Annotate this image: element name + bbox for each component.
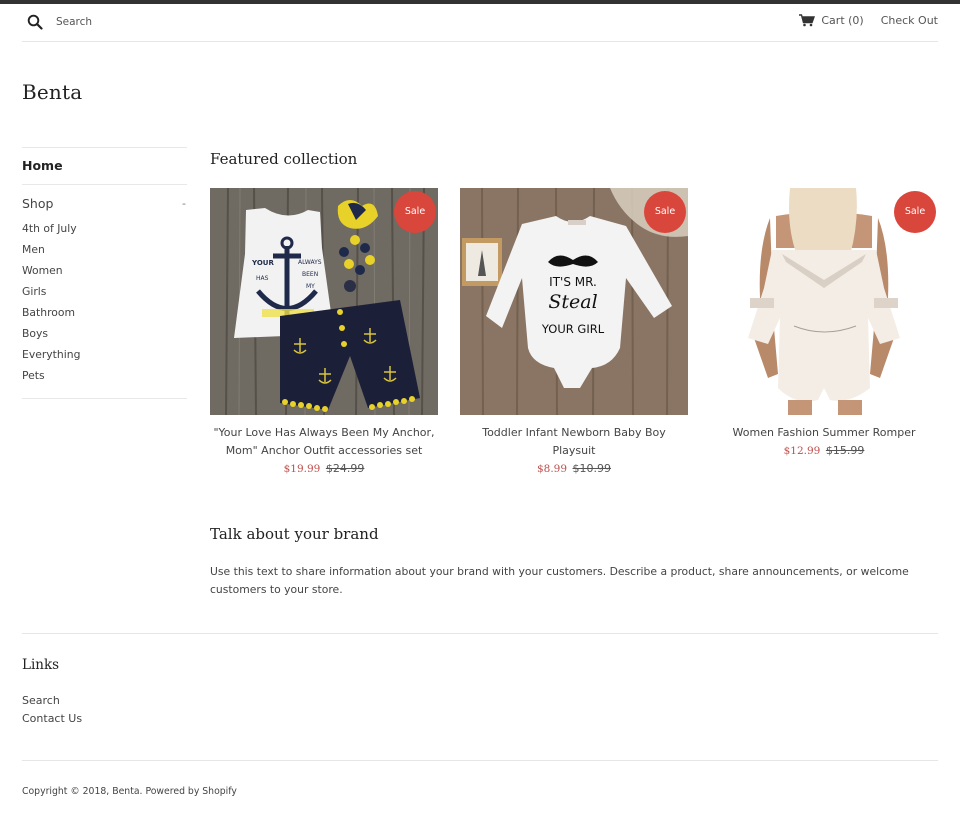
product-card[interactable]: YOUR ALWAYS BEEN HAS MY Sale "Your Love … bbox=[210, 188, 438, 478]
cart-link[interactable]: Cart (0) bbox=[799, 14, 864, 27]
product-title[interactable]: Toddler Infant Newborn Baby Boy Playsuit bbox=[460, 424, 688, 460]
divider bbox=[22, 398, 187, 399]
submenu-item-pets[interactable]: Pets bbox=[22, 369, 45, 382]
onesie-text-line1: IT'S MR. bbox=[549, 275, 597, 289]
svg-text:ALWAYS: ALWAYS bbox=[298, 259, 322, 266]
product-card[interactable]: Sale Women Fashion Summer Romper $12.99 … bbox=[710, 188, 938, 460]
product-price: $8.99 $10.99 bbox=[460, 460, 688, 478]
brand-title: Talk about your brand bbox=[210, 525, 379, 543]
main-content: Featured collection YOUR ALWAYS BEEN HAS… bbox=[210, 147, 938, 596]
submenu-item-bathroom[interactable]: Bathroom bbox=[22, 306, 75, 319]
onesie-text-line2: Steal bbox=[548, 291, 597, 313]
footer-divider bbox=[22, 633, 938, 634]
submenu-item-girls[interactable]: Girls bbox=[22, 285, 46, 298]
product-card[interactable]: IT'S MR. Steal YOUR GIRL Sale Toddler In… bbox=[460, 188, 688, 478]
cart-icon bbox=[799, 14, 816, 27]
svg-text:MY: MY bbox=[306, 283, 315, 290]
sidebar-item-home[interactable]: Home bbox=[22, 148, 187, 184]
product-image-summer-romper[interactable]: Sale bbox=[710, 188, 938, 415]
original-price: $15.99 bbox=[825, 444, 865, 457]
sale-badge: Sale bbox=[394, 191, 436, 233]
svg-text:HAS: HAS bbox=[256, 275, 269, 282]
svg-text:YOUR: YOUR bbox=[251, 259, 274, 267]
header-actions: Cart (0) Check Out bbox=[799, 14, 938, 27]
product-price: $12.99 $15.99 bbox=[710, 442, 938, 460]
brand-section: Talk about your brand Use this text to s… bbox=[210, 525, 938, 599]
copyright: Copyright © 2018, Benta. Powered by Shop… bbox=[22, 786, 237, 797]
svg-text:BEEN: BEEN bbox=[302, 271, 318, 278]
footer-links-title: Links bbox=[22, 657, 60, 673]
site-header: Cart (0) Check Out bbox=[22, 4, 938, 42]
product-image-baby-playsuit[interactable]: IT'S MR. Steal YOUR GIRL Sale bbox=[460, 188, 688, 415]
featured-collection-title: Featured collection bbox=[210, 150, 358, 168]
sale-badge: Sale bbox=[644, 191, 686, 233]
product-price: $19.99 $24.99 bbox=[210, 460, 438, 478]
sale-price: $19.99 bbox=[283, 463, 321, 475]
footer-link-search[interactable]: Search bbox=[22, 694, 60, 707]
search-icon[interactable] bbox=[27, 14, 43, 30]
original-price: $10.99 bbox=[572, 462, 612, 475]
submenu-item-men[interactable]: Men bbox=[22, 243, 45, 256]
submenu-item-4th-of-july[interactable]: 4th of July bbox=[22, 222, 77, 235]
search-input[interactable] bbox=[56, 13, 256, 31]
collapse-toggle-icon[interactable]: - bbox=[182, 197, 186, 210]
submenu-item-everything[interactable]: Everything bbox=[22, 348, 80, 361]
shop-submenu: 4th of July Men Women Girls Bathroom Boy… bbox=[22, 216, 187, 398]
sidebar-nav: Home Shop - 4th of July Men Women Girls … bbox=[22, 147, 187, 399]
submenu-item-boys[interactable]: Boys bbox=[22, 327, 48, 340]
sale-badge: Sale bbox=[894, 191, 936, 233]
product-image-anchor-outfit[interactable]: YOUR ALWAYS BEEN HAS MY Sale bbox=[210, 188, 438, 415]
footer-link-contact-us[interactable]: Contact Us bbox=[22, 712, 82, 725]
original-price: $24.99 bbox=[325, 462, 365, 475]
product-title[interactable]: Women Fashion Summer Romper bbox=[710, 424, 938, 442]
product-title[interactable]: "Your Love Has Always Been My Anchor, Mo… bbox=[210, 424, 438, 460]
cart-label: Cart (0) bbox=[821, 14, 864, 27]
checkout-link[interactable]: Check Out bbox=[881, 14, 938, 27]
sale-price: $8.99 bbox=[536, 463, 568, 475]
submenu-item-women[interactable]: Women bbox=[22, 264, 63, 277]
footer-divider bbox=[22, 760, 938, 761]
sale-price: $12.99 bbox=[783, 445, 821, 457]
footer-links: Search Contact Us bbox=[22, 690, 82, 726]
shop-label: Shop bbox=[22, 195, 54, 211]
store-logo[interactable]: Benta bbox=[22, 80, 82, 104]
brand-text: Use this text to share information about… bbox=[210, 565, 909, 596]
onesie-text-line3: YOUR GIRL bbox=[541, 322, 605, 336]
product-grid: YOUR ALWAYS BEEN HAS MY Sale "Your Love … bbox=[210, 188, 938, 478]
